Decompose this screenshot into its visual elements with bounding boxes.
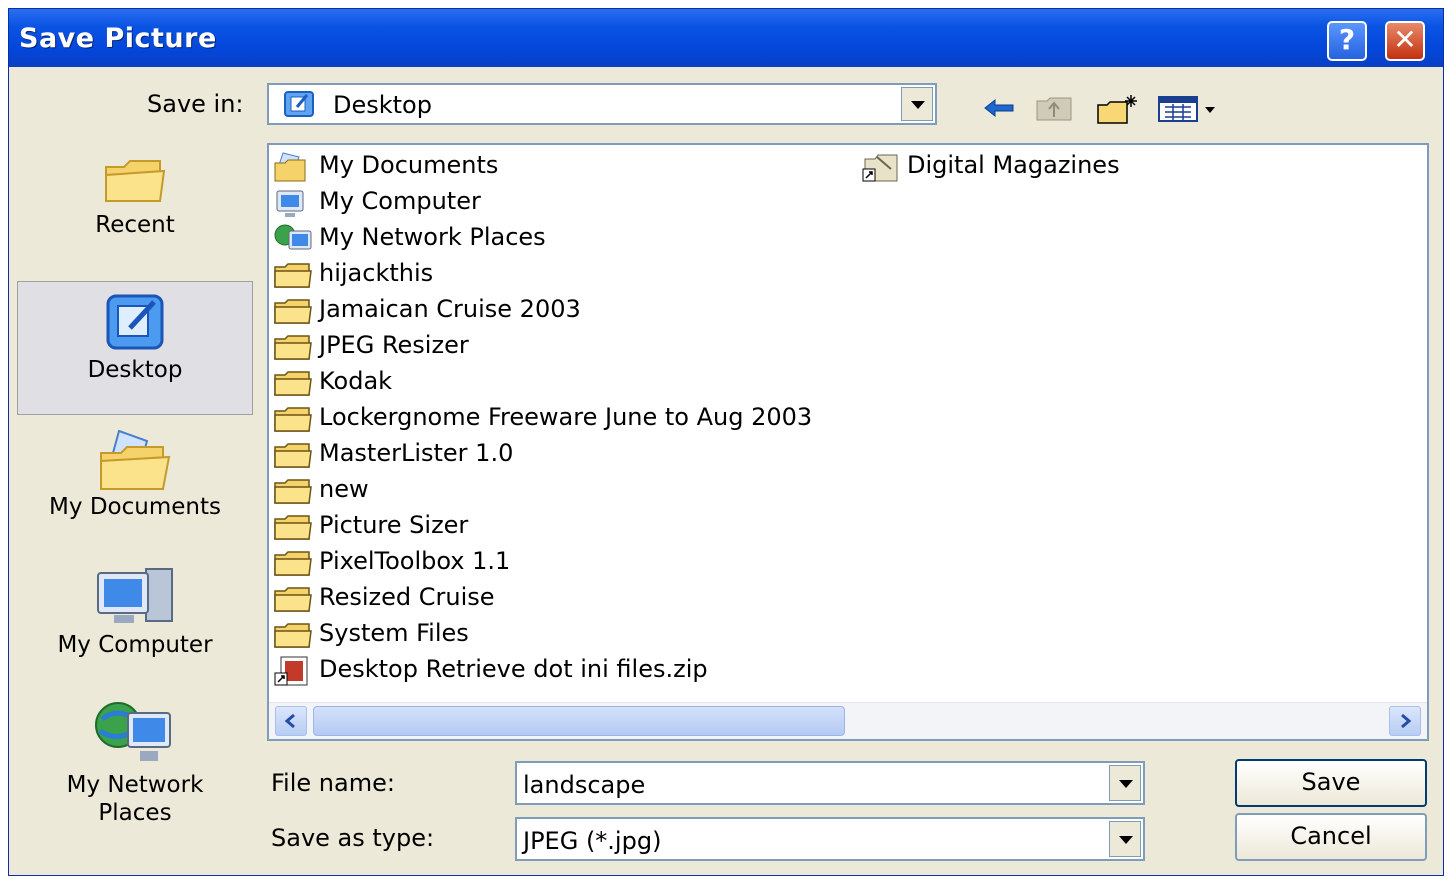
view-menu-icon[interactable] <box>1157 93 1221 123</box>
save-as-type-label: Save as type: <box>271 824 435 852</box>
file-name-label: File name: <box>271 769 395 797</box>
folder-icon <box>273 367 313 399</box>
my-documents-icon <box>273 151 313 183</box>
my-documents-icon <box>97 427 173 493</box>
back-arrow-icon[interactable] <box>981 93 1019 123</box>
folder-icon <box>273 259 313 291</box>
title-bar[interactable]: Save Picture ? ✕ <box>9 9 1443 67</box>
save-as-type-dropdown[interactable]: JPEG (*.jpg) <box>515 817 1145 861</box>
place-label: My Documents <box>49 494 221 520</box>
new-folder-icon[interactable] <box>1095 93 1141 124</box>
folder-icon <box>273 583 313 615</box>
place-label: My Computer <box>57 632 213 658</box>
cancel-button[interactable]: Cancel <box>1235 813 1427 861</box>
folder-icon <box>273 547 313 579</box>
save-button[interactable]: Save <box>1235 759 1427 807</box>
place-recent[interactable]: Recent <box>17 151 253 271</box>
save-in-label: Save in: <box>147 90 244 118</box>
chevron-down-icon[interactable] <box>1109 765 1141 801</box>
places-bar: Recent Desktop My Documents My Computer … <box>17 141 253 871</box>
place-my-computer[interactable]: My Computer <box>17 565 253 677</box>
file-name-value: landscape <box>523 771 646 799</box>
folder-icon <box>273 331 313 363</box>
place-my-network-places[interactable]: My Network Places <box>17 699 253 839</box>
scroll-left-button[interactable] <box>275 706 307 736</box>
place-desktop[interactable]: Desktop <box>17 281 253 415</box>
folder-icon <box>273 439 313 471</box>
window-title: Save Picture <box>19 23 217 54</box>
place-label: My Network Places <box>66 772 204 826</box>
place-label: Recent <box>95 212 175 238</box>
zip-shortcut-icon <box>273 655 313 687</box>
chevron-down-icon[interactable] <box>901 87 933 121</box>
recent-folder-icon <box>100 151 170 211</box>
desktop-icon <box>100 290 170 356</box>
network-places-icon <box>273 223 313 255</box>
save-in-value: Desktop <box>333 91 432 119</box>
up-folder-icon[interactable] <box>1033 93 1077 123</box>
scroll-right-button[interactable] <box>1389 706 1421 736</box>
file-list[interactable]: My Documents My Computer My Network Plac… <box>267 143 1429 741</box>
file-name-input[interactable]: landscape <box>515 761 1145 805</box>
folder-icon <box>273 475 313 507</box>
my-computer-icon <box>273 187 313 219</box>
place-my-documents[interactable]: My Documents <box>17 427 253 539</box>
folder-icon <box>273 619 313 651</box>
network-places-icon <box>92 699 178 771</box>
shortcut-icon <box>861 151 901 183</box>
folder-icon <box>273 511 313 543</box>
close-button[interactable]: ✕ <box>1385 21 1425 61</box>
save-in-dropdown[interactable]: Desktop <box>267 83 937 125</box>
my-computer-icon <box>92 565 178 631</box>
folder-icon <box>273 295 313 327</box>
desktop-icon <box>281 89 319 123</box>
help-button[interactable]: ? <box>1327 21 1367 61</box>
chevron-down-icon[interactable] <box>1109 821 1141 857</box>
save-as-type-value: JPEG (*.jpg) <box>523 827 662 855</box>
scrollbar-thumb[interactable] <box>313 706 845 736</box>
folder-icon <box>273 403 313 435</box>
save-picture-dialog: Save Picture ? ✕ Save in: Desktop Recent <box>8 8 1444 876</box>
place-label: Desktop <box>87 357 183 383</box>
horizontal-scrollbar[interactable] <box>269 702 1427 739</box>
